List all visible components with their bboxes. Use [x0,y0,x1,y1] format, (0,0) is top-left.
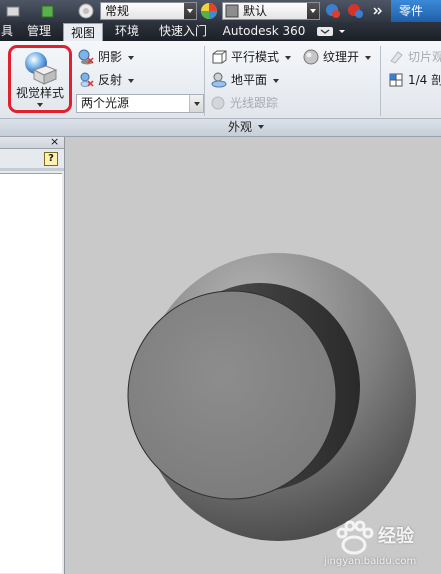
ribbon-tab-bar: 具 管理 视图 环境 快速入门 Autodesk 360 [0,22,441,41]
texture-icon [303,49,319,65]
clear-appearance-icon[interactable] [324,2,342,20]
open-icon[interactable] [6,2,20,20]
model-browser-panel: × ? [0,135,65,574]
tab-manage[interactable]: 管理 [20,22,58,41]
material-combo[interactable]: 默认 [222,2,320,20]
appearance-group-label: 外观 [228,120,253,134]
paw-logo-icon [336,520,374,555]
slice-label: 切片观 [408,50,441,64]
reflections-icon [78,72,94,88]
adjust-appearance-icon[interactable] [346,2,364,20]
boss-face[interactable] [127,290,337,500]
chevron-down-icon[interactable] [285,55,292,60]
chevron-down-icon[interactable] [307,3,319,19]
watermark-brand: 经验 [378,526,414,547]
ray-tracing-icon [210,95,226,111]
ribbon-minimize-button[interactable] [314,22,354,41]
material-swatch-icon [225,4,239,18]
ground-plane-button[interactable]: 地平面 [211,71,291,89]
graphics-viewport[interactable] [66,137,441,574]
help-icon[interactable]: ? [44,152,58,166]
tab-tools[interactable]: 具 [0,22,14,41]
part-document-tab[interactable]: 零件 [391,0,441,22]
chevron-down-icon[interactable] [128,55,135,60]
quick-access-toolbar: 常规 默认 零件 [0,0,441,22]
chevron-down-icon[interactable] [128,78,135,83]
watermark-url: jingyan.baidu.com [324,556,417,567]
parallel-mode-button[interactable]: 平行模式 [211,48,303,66]
texture-toggle-button[interactable]: 纹理开 [303,48,375,66]
model-view[interactable] [66,137,441,574]
chevron-down-icon[interactable] [273,78,280,83]
chevron-down-icon[interactable] [189,95,203,112]
appearance-icon [78,2,94,20]
slice-graphics-button[interactable]: 切片观 [388,48,441,66]
tab-autodesk-360[interactable]: Autodesk 360 [220,22,308,41]
quarter-section-button[interactable]: 1/4 剖 [388,71,441,89]
visual-style-label: 视觉样式 [15,86,64,100]
shadows-button[interactable]: 阴影 [78,48,148,66]
shadows-label: 阴影 [98,50,123,64]
visual-style-button[interactable]: 视觉样式 [8,45,72,113]
shadows-icon [78,49,94,65]
chevron-down-icon[interactable] [37,103,43,107]
appearance-combo[interactable]: 常规 [100,2,197,20]
chevron-down-icon[interactable] [258,125,264,129]
chevron-down-icon[interactable] [184,3,196,19]
slice-icon [388,49,404,65]
ray-tracing-button[interactable]: 光线跟踪 [210,94,310,112]
reflections-label: 反射 [98,73,123,87]
parallel-mode-label: 平行模式 [231,50,280,64]
tab-view[interactable]: 视图 [63,23,103,41]
color-wheel-icon[interactable] [200,2,218,20]
ray-tracing-label: 光线跟踪 [230,96,279,110]
reflections-button[interactable]: 反射 [78,71,148,89]
texture-label: 纹理开 [323,50,360,64]
overflow-icon[interactable] [372,2,384,20]
ground-plane-label: 地平面 [231,73,268,87]
watermark: 经验 jingyan.baidu.com [322,518,440,572]
quarter-section-label: 1/4 剖 [408,73,441,87]
tab-environments[interactable]: 环境 [108,22,146,41]
parallel-mode-icon [211,49,227,65]
close-icon[interactable]: × [50,135,59,148]
ground-plane-icon [211,72,227,88]
appearance-group-title[interactable]: 外观 [0,118,441,136]
lighting-style-select[interactable]: 两个光源 [76,94,204,113]
appearance-combo-value: 常规 [105,4,130,18]
browser-tree[interactable] [0,173,62,573]
browser-toolbar [0,168,64,171]
lighting-style-value: 两个光源 [81,96,130,110]
ribbon-separator [380,46,381,116]
quarter-section-icon [388,72,404,88]
tab-get-started[interactable]: 快速入门 [152,22,214,41]
visual-style-icon [25,52,58,85]
chevron-down-icon[interactable] [365,55,372,60]
ribbon-separator [204,46,205,116]
material-combo-value: 默认 [243,4,268,18]
update-icon[interactable] [40,2,56,20]
